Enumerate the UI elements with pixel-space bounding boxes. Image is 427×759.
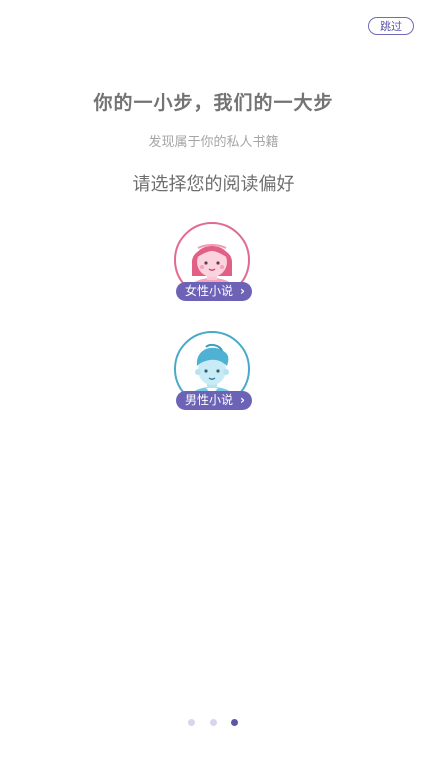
subtitle: 发现属于你的私人书籍	[148, 135, 279, 150]
male-novel-choice[interactable]: 男性小说 ›	[174, 331, 254, 411]
chevron-right-icon: ›	[240, 393, 245, 407]
preference-prompt: 请选择您的阅读偏好	[132, 174, 295, 195]
page-indicator	[188, 719, 240, 727]
page-dot-2[interactable]	[210, 719, 217, 726]
female-novel-button[interactable]: 女性小说 ›	[176, 282, 252, 301]
male-novel-button[interactable]: 男性小说 ›	[176, 391, 252, 410]
preference-screen: 跳过 你的一小步，我们的一大步 发现属于你的私人书籍 请选择您的阅读偏好 女性小…	[0, 0, 427, 759]
chevron-right-icon: ›	[240, 284, 245, 298]
female-novel-label: 女性小说	[184, 284, 233, 298]
male-novel-label: 男性小说	[184, 393, 233, 407]
female-novel-choice[interactable]: 女性小说 ›	[174, 222, 254, 302]
headline: 你的一小步，我们的一大步	[93, 92, 334, 114]
page-dot-1[interactable]	[188, 719, 195, 726]
page-dot-3[interactable]	[231, 719, 238, 726]
skip-button[interactable]: 跳过	[368, 17, 414, 35]
